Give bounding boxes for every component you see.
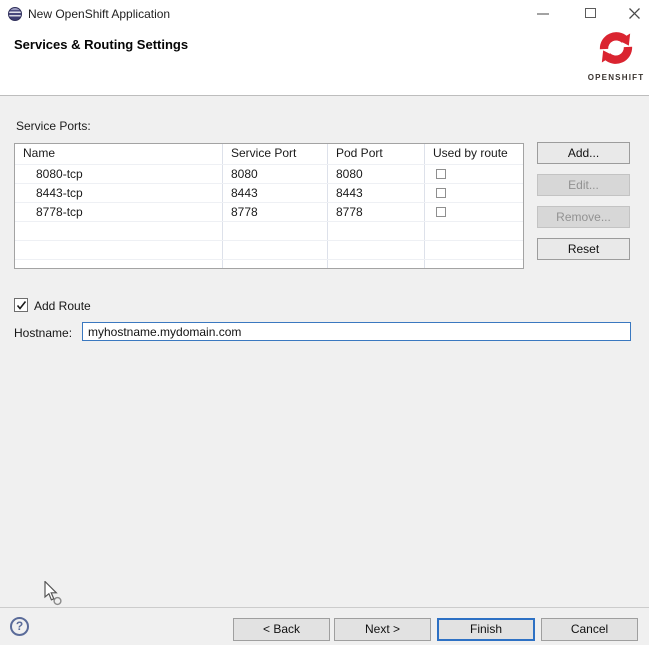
service-port: 8080 (223, 165, 328, 183)
empty-table-row (15, 240, 523, 259)
table-header-row: Name Service Port Pod Port Used by route (15, 144, 523, 164)
next-button[interactable]: Next > (334, 618, 431, 641)
add-route-label: Add Route (34, 299, 91, 313)
used-by-route-cell (425, 184, 523, 202)
used-by-route-checkbox[interactable] (436, 169, 446, 179)
column-header-name: Name (15, 144, 223, 164)
back-button[interactable]: < Back (233, 618, 330, 641)
empty-table-row (15, 259, 523, 269)
edit-button: Edit... (537, 174, 630, 196)
title-bar: New OpenShift Application (0, 0, 649, 28)
remove-button: Remove... (537, 206, 630, 228)
openshift-logo-icon (595, 27, 637, 69)
column-header-used-by-route: Used by route (425, 144, 523, 164)
empty-table-row (15, 221, 523, 240)
checkmark-icon (16, 300, 27, 311)
used-by-route-checkbox[interactable] (436, 207, 446, 217)
footer-bar: ? < Back Next > Finish Cancel (0, 607, 649, 645)
help-icon[interactable]: ? (10, 617, 29, 636)
port-name: 8778-tcp (15, 203, 223, 221)
service-ports-table: Name Service Port Pod Port Used by route… (14, 143, 524, 269)
pod-port: 8443 (328, 184, 425, 202)
pod-port: 8778 (328, 203, 425, 221)
column-header-service-port: Service Port (223, 144, 328, 164)
used-by-route-cell (425, 165, 523, 183)
openshift-wordmark: OPENSHIFT (585, 73, 647, 82)
table-row[interactable]: 8080-tcp 8080 8080 (15, 164, 523, 183)
service-port: 8778 (223, 203, 328, 221)
used-by-route-checkbox[interactable] (436, 188, 446, 198)
table-row[interactable]: 8443-tcp 8443 8443 (15, 183, 523, 202)
service-port: 8443 (223, 184, 328, 202)
page-title: Services & Routing Settings (14, 37, 188, 52)
table-row[interactable]: 8778-tcp 8778 8778 (15, 202, 523, 221)
close-icon[interactable] (628, 7, 641, 20)
port-name: 8080-tcp (15, 165, 223, 183)
window-title: New OpenShift Application (28, 7, 170, 21)
content-area: Service Ports: Name Service Port Pod Por… (0, 96, 649, 607)
used-by-route-cell (425, 203, 523, 221)
pod-port: 8080 (328, 165, 425, 183)
hostname-input[interactable] (82, 322, 631, 341)
port-name: 8443-tcp (15, 184, 223, 202)
reset-button[interactable]: Reset (537, 238, 630, 260)
column-header-pod-port: Pod Port (328, 144, 425, 164)
wizard-dialog: New OpenShift Application Services & Rou… (0, 0, 649, 645)
hostname-label: Hostname: (14, 326, 72, 340)
openshift-logo: OPENSHIFT (585, 27, 647, 82)
minimize-icon[interactable] (537, 13, 549, 15)
finish-button[interactable]: Finish (437, 618, 535, 641)
maximize-icon[interactable] (585, 8, 596, 18)
wizard-window-icon (8, 7, 22, 21)
add-route-checkbox[interactable] (14, 298, 28, 312)
add-button[interactable]: Add... (537, 142, 630, 164)
service-ports-label: Service Ports: (16, 119, 91, 133)
cancel-button[interactable]: Cancel (541, 618, 638, 641)
